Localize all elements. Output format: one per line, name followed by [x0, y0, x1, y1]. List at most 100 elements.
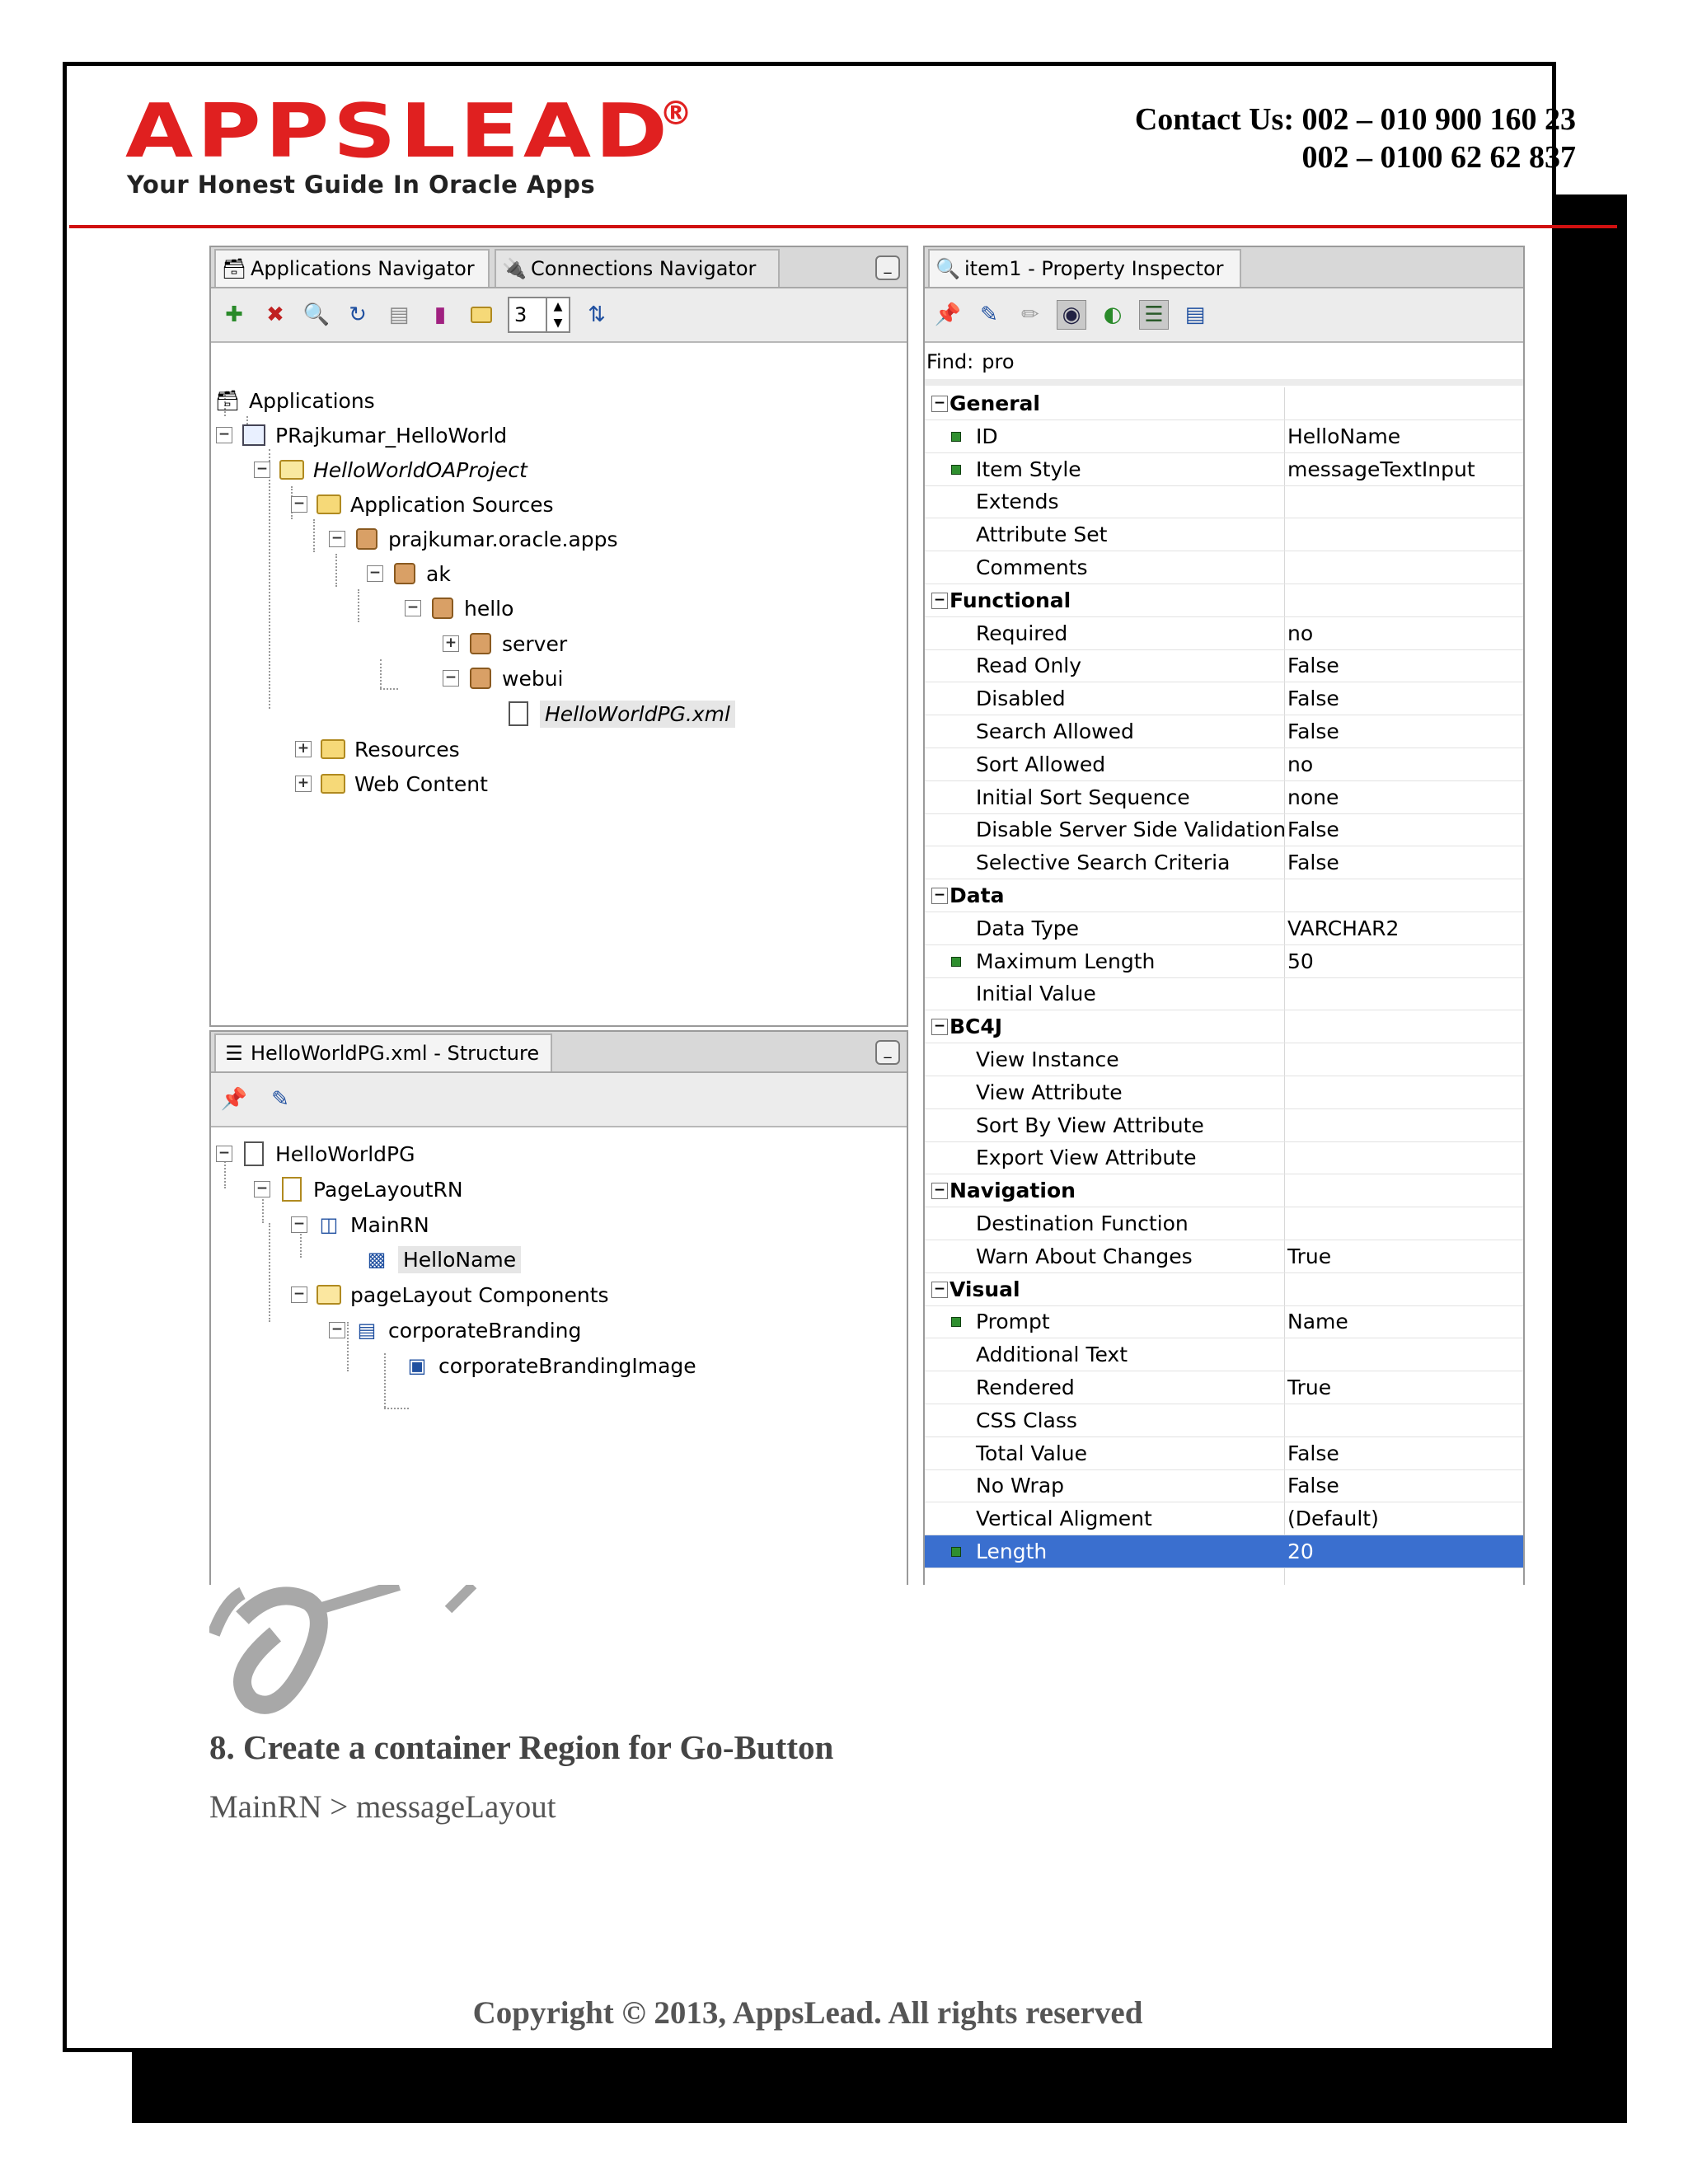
new-application-icon[interactable]: ✚	[219, 300, 249, 330]
property-row[interactable]: Length 20	[925, 1535, 1523, 1568]
property-row[interactable]: Disabled False	[925, 682, 1523, 716]
pencil-icon[interactable]: ✏	[1015, 300, 1045, 330]
property-row[interactable]: Search Allowed False	[925, 715, 1523, 748]
tree-item-application-sources[interactable]: − Application Sources	[291, 488, 554, 521]
property-row[interactable]: ID HelloName	[925, 420, 1523, 453]
collapse-icon[interactable]: −	[931, 888, 948, 904]
pin-icon[interactable]: 📌	[219, 1085, 249, 1114]
tab-applications-navigator[interactable]: 🗃 Applications Navigator	[214, 249, 490, 287]
structure-item-text-input[interactable]: ▩ HelloName	[363, 1243, 522, 1276]
refresh-icon[interactable]: ↻	[343, 300, 373, 330]
property-value[interactable]: 20	[1287, 1540, 1314, 1563]
property-value[interactable]: no	[1287, 752, 1313, 776]
tree-item-package[interactable]: − webui	[443, 662, 564, 695]
tab-connections-navigator[interactable]: 🔌 Connections Navigator	[495, 249, 780, 287]
find-icon[interactable]: ◉	[1057, 300, 1086, 330]
property-value[interactable]: messageTextInput	[1287, 457, 1475, 481]
structure-item-region[interactable]: − ◫ MainRN	[291, 1208, 429, 1241]
collapse-icon[interactable]: −	[443, 670, 459, 687]
property-row[interactable]: Warn About Changes True	[925, 1240, 1523, 1273]
collapse-icon[interactable]: −	[931, 592, 948, 609]
property-row[interactable]: Export View Attribute	[925, 1141, 1523, 1175]
globe-icon[interactable]: ◐	[1098, 300, 1128, 330]
property-row[interactable]: Rendered True	[925, 1371, 1523, 1404]
collapse-icon[interactable]: −	[329, 1322, 345, 1338]
property-row[interactable]: Additional Text	[925, 1338, 1523, 1372]
property-row[interactable]: Maximum Length 50	[925, 945, 1523, 978]
help-icon[interactable]: ▤	[1180, 300, 1210, 330]
structure-item-page-layout[interactable]: − PageLayoutRN	[254, 1173, 463, 1206]
property-row[interactable]: Initial Sort Sequence none	[925, 781, 1523, 814]
property-row[interactable]: Initial Value	[925, 977, 1523, 1011]
property-category[interactable]: − Visual	[925, 1273, 1523, 1306]
tree-item-package[interactable]: − hello	[405, 592, 513, 625]
property-row[interactable]: Attribute Set	[925, 518, 1523, 552]
tree-item-project[interactable]: − HelloWorldOAProject	[254, 453, 528, 486]
property-row[interactable]: Sort By View Attribute	[925, 1109, 1523, 1142]
property-row[interactable]: View Attribute	[925, 1076, 1523, 1109]
collapse-icon[interactable]: −	[931, 1183, 948, 1200]
property-value[interactable]: HelloName	[1287, 424, 1400, 448]
collapse-icon[interactable]: −	[216, 1146, 232, 1162]
expand-icon[interactable]: +	[295, 776, 312, 792]
structure-item-image[interactable]: ▣ corporateBrandingImage	[404, 1349, 696, 1382]
collapse-icon[interactable]: −	[254, 1181, 270, 1197]
property-row[interactable]: Destination Function	[925, 1207, 1523, 1240]
property-row[interactable]: Total Value False	[925, 1437, 1523, 1470]
property-row[interactable]: CSS Class	[925, 1404, 1523, 1437]
property-value[interactable]: False	[1287, 654, 1339, 677]
property-row[interactable]: Selective Search Criteria False	[925, 846, 1523, 880]
pin-icon[interactable]: 📌	[933, 300, 963, 330]
tree-item-web-content[interactable]: + Web Content	[295, 767, 488, 800]
tree-item-resources[interactable]: + Resources	[295, 733, 460, 766]
property-value[interactable]: VARCHAR2	[1287, 916, 1399, 940]
tree-item-page-file[interactable]: HelloWorldPG.xml	[505, 697, 735, 730]
property-row[interactable]: Data Type VARCHAR2	[925, 912, 1523, 945]
minimize-button[interactable]: _	[875, 1040, 900, 1065]
minimize-button[interactable]: _	[875, 255, 900, 280]
edit-icon[interactable]: ✎	[974, 300, 1004, 330]
property-row[interactable]: Required no	[925, 617, 1523, 650]
collapse-icon[interactable]: −	[931, 1019, 948, 1036]
collapse-icon[interactable]: −	[367, 565, 383, 582]
collapse-icon[interactable]: −	[931, 396, 948, 412]
collapse-icon[interactable]: −	[216, 427, 232, 443]
property-value[interactable]: False	[1287, 1474, 1339, 1497]
structure-item-page[interactable]: − HelloWorldPG	[216, 1137, 415, 1170]
tab-structure[interactable]: ☰ HelloWorldPG.xml - Structure	[214, 1033, 552, 1071]
expand-icon[interactable]: +	[443, 635, 459, 652]
expand-icon[interactable]: +	[295, 741, 312, 757]
remove-icon[interactable]: ✖	[260, 300, 290, 330]
property-value[interactable]: False	[1287, 851, 1339, 874]
property-category[interactable]: − Functional	[925, 584, 1523, 617]
property-value[interactable]: False	[1287, 1441, 1339, 1465]
property-value[interactable]: Name	[1287, 1310, 1348, 1333]
spinner-arrows[interactable]: ▲ ▼	[546, 298, 569, 331]
tree-item-application[interactable]: − PRajkumar_HelloWorld	[216, 419, 507, 452]
structure-item-branding[interactable]: − ▤ corporateBranding	[329, 1314, 581, 1347]
property-row[interactable]: Item Style messageTextInput	[925, 453, 1523, 486]
property-row[interactable]: Vertical Aligment (Default)	[925, 1502, 1523, 1536]
tree-item-package[interactable]: + server	[443, 627, 567, 660]
property-row[interactable]: Extends	[925, 485, 1523, 519]
property-value[interactable]: (Default)	[1287, 1507, 1379, 1530]
structure-item-components[interactable]: − pageLayout Components	[291, 1278, 609, 1311]
edit-icon[interactable]: ✎	[265, 1085, 295, 1114]
property-row[interactable]: Prompt Name	[925, 1305, 1523, 1339]
property-row[interactable]: Comments	[925, 551, 1523, 584]
search-icon[interactable]: 🔍	[302, 300, 331, 330]
collapse-icon[interactable]: −	[405, 600, 421, 616]
property-value[interactable]: False	[1287, 818, 1339, 841]
property-category[interactable]: − Navigation	[925, 1174, 1523, 1208]
property-row[interactable]: No Wrap False	[925, 1469, 1523, 1503]
tree-item-package[interactable]: − prajkumar.oracle.apps	[329, 523, 618, 555]
property-row[interactable]: Disable Server Side Validation False	[925, 813, 1523, 847]
property-category[interactable]: − BC4J	[925, 1010, 1523, 1044]
collapse-icon[interactable]: −	[931, 1281, 948, 1298]
tree-item-applications[interactable]: 🗃 Applications	[214, 384, 375, 417]
property-value[interactable]: True	[1287, 1376, 1331, 1399]
tree-item-package[interactable]: − ak	[367, 557, 451, 590]
tab-property-inspector[interactable]: 🔍 item1 - Property Inspector	[928, 249, 1241, 287]
properties-icon[interactable]: ▤	[384, 300, 414, 330]
property-value[interactable]: none	[1287, 785, 1339, 809]
